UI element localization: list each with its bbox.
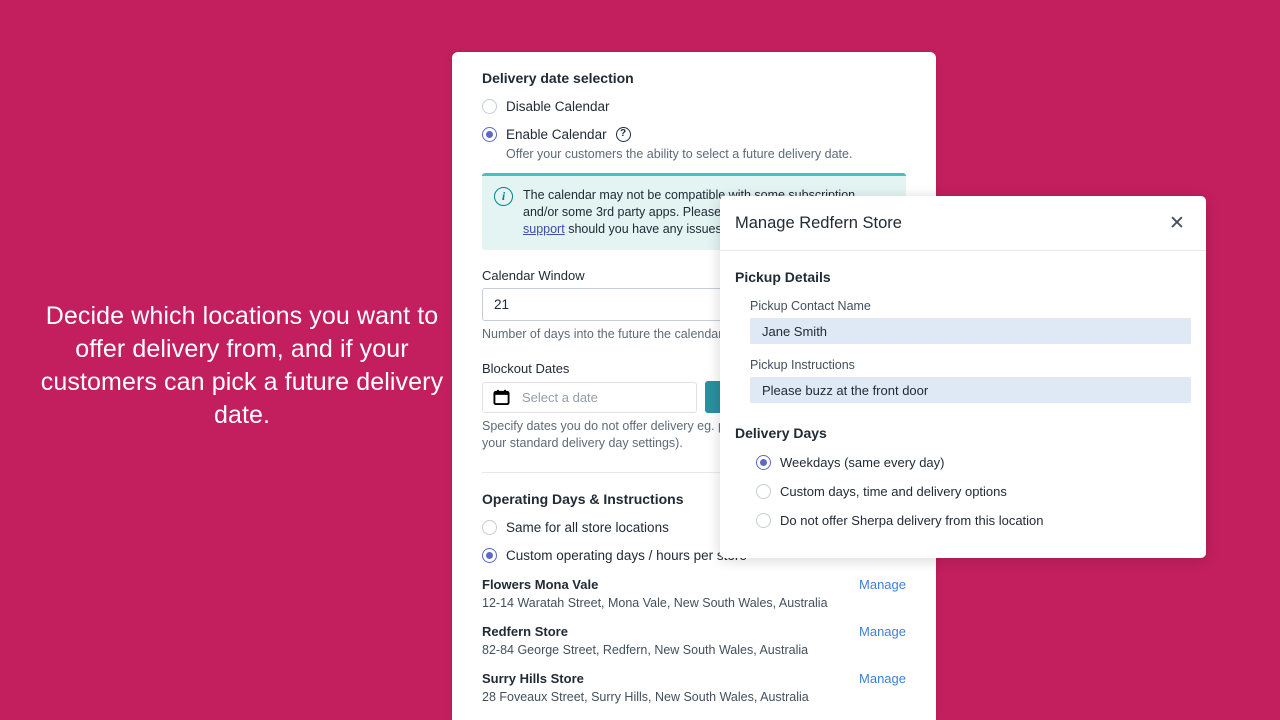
pickup-instructions-label: Pickup Instructions	[750, 358, 855, 372]
modal-header: Manage Redfern Store ✕	[720, 196, 1206, 251]
store-info: Flowers Mona Vale 12-14 Waratah Street, …	[482, 577, 828, 610]
store-row: Flowers Mona Vale 12-14 Waratah Street, …	[482, 577, 906, 610]
info-line-2: and/or some 3rd party apps. Please t	[523, 205, 728, 219]
radio-enable-calendar[interactable]: Enable Calendar ?	[482, 127, 906, 142]
radio-icon[interactable]	[482, 520, 497, 535]
manage-store-modal: Manage Redfern Store ✕ Pickup Details Pi…	[720, 196, 1206, 558]
store-address: 28 Foveaux Street, Surry Hills, New Sout…	[482, 690, 809, 704]
pickup-contact-name-label: Pickup Contact Name	[750, 299, 871, 313]
blockout-date-input[interactable]: Select a date	[482, 381, 697, 413]
radio-icon[interactable]	[756, 484, 771, 499]
manage-store-link[interactable]: Manage	[859, 624, 906, 639]
store-name: Flowers Mona Vale	[482, 577, 599, 592]
close-icon[interactable]: ✕	[1166, 212, 1188, 234]
modal-title: Manage Redfern Store	[735, 213, 902, 232]
store-row: Redfern Store 82-84 George Street, Redfe…	[482, 624, 906, 657]
radio-label: Do not offer Sherpa delivery from this l…	[780, 513, 1044, 528]
manage-store-link[interactable]: Manage	[859, 577, 906, 592]
support-link[interactable]: support	[523, 222, 565, 236]
info-icon: i	[494, 187, 513, 206]
radio-icon-selected[interactable]	[482, 127, 497, 142]
pickup-contact-name-input[interactable]: Jane Smith	[750, 318, 1191, 344]
radio-label: Same for all store locations	[506, 520, 669, 535]
radio-icon[interactable]	[482, 99, 497, 114]
radio-icon[interactable]	[756, 513, 771, 528]
radio-no-delivery[interactable]: Do not offer Sherpa delivery from this l…	[756, 513, 1191, 528]
delivery-days-title: Delivery Days	[735, 425, 827, 441]
pickup-details-title: Pickup Details	[735, 269, 831, 285]
pickup-instructions-input[interactable]: Please buzz at the front door	[750, 377, 1191, 403]
radio-weekdays[interactable]: Weekdays (same every day)	[756, 455, 1191, 470]
store-info: Redfern Store 82-84 George Street, Redfe…	[482, 624, 808, 657]
blockout-date-placeholder: Select a date	[522, 389, 598, 405]
store-address: 82-84 George Street, Redfern, New South …	[482, 643, 809, 657]
radio-custom-days[interactable]: Custom days, time and delivery options	[756, 484, 1191, 499]
promo-text: Decide which locations you want to offer…	[40, 302, 444, 429]
blockout-note-line-2: your standard delivery day settings).	[482, 436, 683, 450]
radio-label: Disable Calendar	[506, 99, 610, 114]
store-address: 12-14 Waratah Street, Mona Vale, New Sou…	[482, 596, 828, 610]
radio-label: Weekdays (same every day)	[780, 455, 945, 470]
radio-icon-selected[interactable]	[756, 455, 771, 470]
store-name: Surry Hills Store	[482, 671, 584, 686]
radio-label: Enable Calendar	[506, 127, 607, 142]
store-row: Surry Hills Store 28 Foveaux Street, Sur…	[482, 671, 906, 704]
blockout-note-line-1: Specify dates you do not offer delivery …	[482, 419, 739, 433]
modal-body: Pickup Details Pickup Contact Name Jane …	[720, 251, 1206, 528]
info-line-3: should you have any issues.	[568, 222, 726, 236]
radio-label: Custom operating days / hours per store	[506, 548, 747, 563]
enable-calendar-note: Offer your customers the ability to sele…	[506, 147, 853, 161]
help-icon[interactable]: ?	[615, 127, 631, 142]
store-info: Surry Hills Store 28 Foveaux Street, Sur…	[482, 671, 809, 704]
calendar-icon	[493, 389, 510, 405]
radio-icon-selected[interactable]	[482, 548, 497, 563]
radio-label: Custom days, time and delivery options	[780, 484, 1007, 499]
radio-disable-calendar[interactable]: Disable Calendar	[482, 99, 906, 114]
page-title: Delivery date selection	[482, 70, 634, 86]
store-name: Redfern Store	[482, 624, 568, 639]
manage-store-link[interactable]: Manage	[859, 671, 906, 686]
